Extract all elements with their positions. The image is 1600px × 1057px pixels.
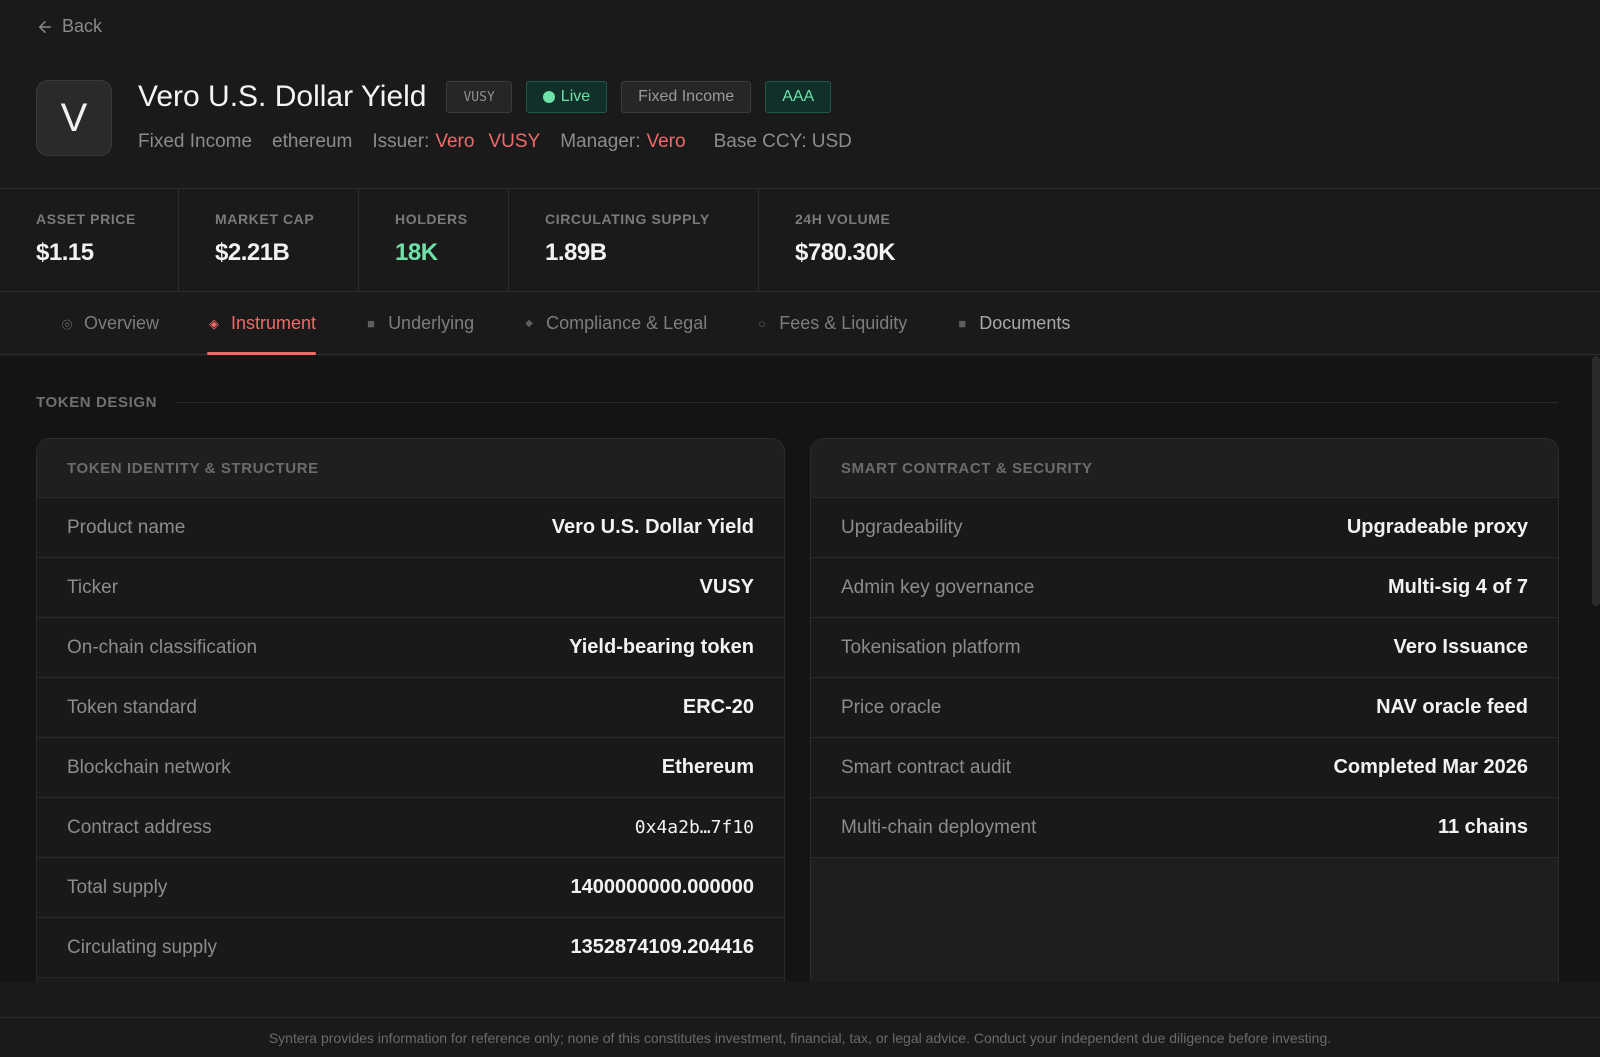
table-row: Tokenisation platform Vero Issuance xyxy=(811,618,1558,678)
table-row: Ticker VUSY xyxy=(37,558,784,618)
back-label: Back xyxy=(62,16,103,36)
table-row: Smart contract audit Completed Mar 2026 xyxy=(811,738,1558,798)
asset-meta: Fixed Income ethereum Issuer: Vero VUSY … xyxy=(138,131,852,153)
table-row: Admin key governance Multi-sig 4 of 7 xyxy=(811,558,1558,618)
ring-icon: ○ xyxy=(758,316,767,331)
tab-fees-liquidity[interactable]: ○ Fees & Liquidity xyxy=(755,292,907,355)
tab-instrument[interactable]: ◈ Instrument xyxy=(207,292,317,355)
meta-category: Fixed Income xyxy=(138,131,253,152)
table-row: Blockchain network Ethereum xyxy=(37,738,784,798)
scrollbar[interactable] xyxy=(1592,356,1600,606)
square-icon: ■ xyxy=(958,316,967,331)
live-dot-icon xyxy=(542,91,555,103)
table-row: Contract address 0x4a2b…7f10 xyxy=(37,798,784,858)
token-identity-panel: TOKEN IDENTITY & STRUCTURE Product name … xyxy=(36,438,785,982)
avatar: V xyxy=(36,80,112,156)
table-row: Circulating supply 1352874109.204416 xyxy=(37,918,784,978)
back-link[interactable]: Back xyxy=(36,16,102,37)
meta-base-ccy: Base CCY: USD xyxy=(713,131,852,152)
table-row: Product name Vero U.S. Dollar Yield xyxy=(37,498,784,558)
issuer-ticker-link[interactable]: VUSY xyxy=(488,131,540,153)
issuer-link[interactable]: Vero xyxy=(435,131,474,153)
ticker-badge: VUSY xyxy=(446,81,512,113)
status-badge: Live xyxy=(525,81,608,113)
manager-link[interactable]: Vero xyxy=(646,131,685,153)
table-row: Upgradeability Upgradeable proxy xyxy=(811,498,1558,558)
stat-circulating-supply: CIRCULATING SUPPLY 1.89B xyxy=(509,189,759,291)
tab-compliance-legal[interactable]: ◆ Compliance & Legal xyxy=(522,292,707,355)
section-title: TOKEN DESIGN xyxy=(36,394,158,411)
status-label: Live xyxy=(560,88,591,105)
table-row: Total supply 1400000000.000000 xyxy=(37,858,784,918)
table-row: On-chain classification Yield-bearing to… xyxy=(37,618,784,678)
stat-asset-price: ASSET PRICE $1.15 xyxy=(0,189,179,291)
small-diamond-icon: ◆ xyxy=(525,318,533,329)
square-icon: ■ xyxy=(367,316,375,331)
category-badge: Fixed Income xyxy=(621,81,752,113)
stat-24h-volume: 24H VOLUME $780.30K xyxy=(795,211,896,266)
arrow-left-icon xyxy=(39,20,51,33)
meta-manager-label: Manager: xyxy=(560,131,641,152)
asset-header: V Vero U.S. Dollar Yield VUSY Live Fixed… xyxy=(36,80,852,156)
stat-holders: HOLDERS 18K xyxy=(359,189,509,291)
contract-address[interactable]: 0x4a2b…7f10 xyxy=(635,817,754,838)
stats-bar: ASSET PRICE $1.15 MARKET CAP $2.21B HOLD… xyxy=(0,188,1600,292)
meta-network: ethereum xyxy=(272,131,353,152)
circle-icon: ◎ xyxy=(61,315,73,331)
section-header: TOKEN DESIGN xyxy=(36,394,1558,411)
footer-disclaimer: Syntera provides information for referen… xyxy=(0,1017,1600,1057)
stat-market-cap: MARKET CAP $2.21B xyxy=(179,189,359,291)
tab-underlying[interactable]: ■ Underlying xyxy=(364,292,474,355)
page-title: Vero U.S. Dollar Yield xyxy=(138,80,427,113)
tab-bar: ◎ Overview ◈ Instrument ■ Underlying ◆ C… xyxy=(0,292,1600,355)
smart-contract-panel: SMART CONTRACT & SECURITY Upgradeability… xyxy=(810,438,1559,982)
meta-issuer-label: Issuer: xyxy=(372,131,430,152)
section-divider xyxy=(175,402,1558,403)
tab-documents[interactable]: ■ Documents xyxy=(955,292,1070,355)
tab-overview[interactable]: ◎ Overview xyxy=(60,292,159,355)
rating-badge: AAA xyxy=(765,81,832,113)
table-row: Price oracle NAV oracle feed xyxy=(811,678,1558,738)
panel-title: TOKEN IDENTITY & STRUCTURE xyxy=(37,439,784,498)
panel-title: SMART CONTRACT & SECURITY xyxy=(811,439,1558,498)
table-row: Token standard ERC-20 xyxy=(37,678,784,738)
diamond-icon: ◈ xyxy=(209,315,220,331)
table-row: Multi-chain deployment 11 chains xyxy=(811,798,1558,858)
instrument-content: TOKEN DESIGN TOKEN IDENTITY & STRUCTURE … xyxy=(0,356,1600,982)
